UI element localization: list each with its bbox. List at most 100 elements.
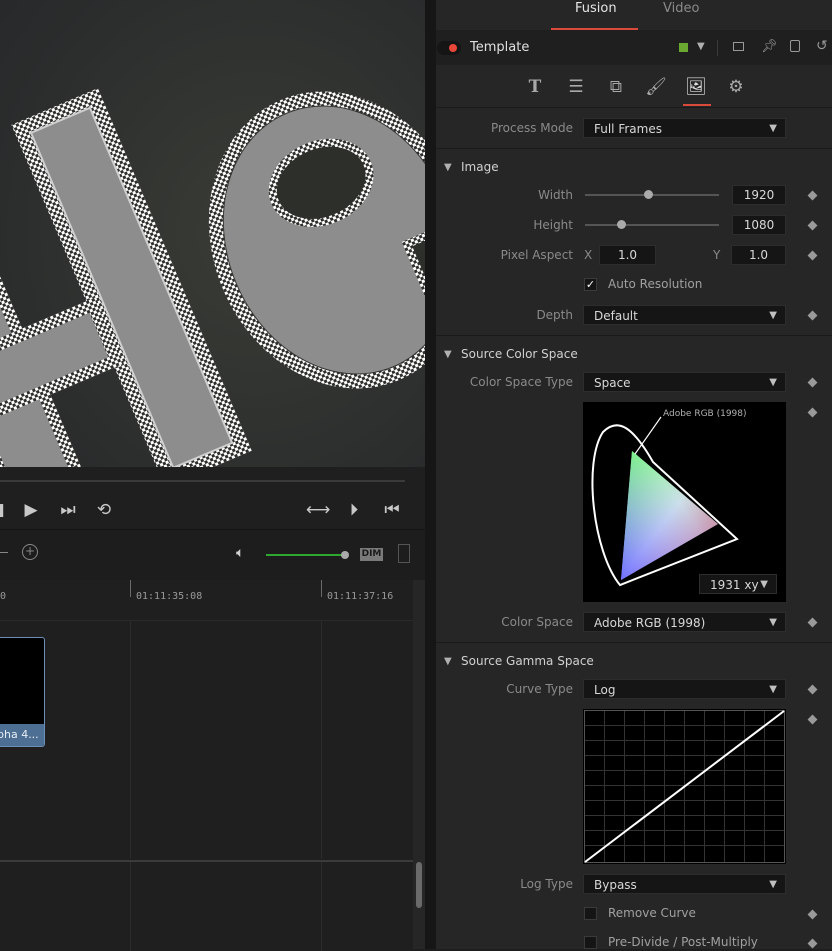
remove-curve-checkbox[interactable] (584, 907, 597, 920)
timecode-label: 01:11:35:08 (136, 591, 203, 602)
pixel-aspect-y-label: Y (713, 248, 721, 262)
width-slider-knob[interactable] (644, 190, 653, 199)
auto-resolution-label: Auto Resolution (608, 277, 703, 291)
grid-line (130, 862, 131, 951)
height-label: Height (533, 218, 573, 232)
section-title-source-gamma-space[interactable]: Source Gamma Space (461, 654, 594, 668)
ruler-tick (321, 580, 322, 597)
chevron-down-icon: ▼ (769, 377, 777, 388)
color-space-type-value: Space (594, 376, 631, 390)
log-type-value: Bypass (594, 878, 637, 892)
color-space-type-dropdown[interactable]: Space ▼ (583, 372, 786, 392)
chevron-down-icon: ▼ (769, 310, 777, 321)
active-tab-indicator (551, 28, 638, 30)
divider (436, 642, 832, 643)
width-input[interactable]: 1920 (732, 185, 786, 205)
inspector-tabs (436, 0, 832, 30)
brush-tool-icon[interactable]: 🖌︎ (644, 76, 668, 98)
transform-tool-icon[interactable]: ⧉ (604, 76, 628, 98)
zoom-slider[interactable] (0, 552, 8, 553)
timeline-ruler[interactable]: 0 01:11:35:08 01:11:37:16 (0, 580, 413, 621)
chevron-down-icon: ▼ (760, 579, 768, 590)
color-space-type-label: Color Space Type (469, 375, 573, 389)
height-slider-knob[interactable] (617, 220, 626, 229)
cie-chromaticity-diagram[interactable]: Adobe RGB (1998) 1931 xy ▼ (583, 402, 786, 602)
settings-tool-icon[interactable]: ⚙ (724, 76, 748, 98)
height-input[interactable]: 1080 (732, 215, 786, 235)
cie-plot (591, 416, 739, 587)
color-space-dropdown[interactable]: Adobe RGB (1998) ▼ (583, 612, 786, 632)
stop-icon[interactable]: ▮ (0, 500, 12, 520)
section-title-source-color-space[interactable]: Source Color Space (461, 347, 578, 361)
zoom-in-icon[interactable]: + (22, 544, 38, 560)
chevron-down-icon[interactable]: ▼ (444, 162, 452, 173)
node-color-swatch[interactable] (679, 43, 688, 52)
text-tool-icon[interactable]: T (523, 76, 547, 98)
depth-dropdown[interactable]: Default ▼ (583, 305, 786, 325)
width-label: Width (538, 188, 573, 202)
curve-type-dropdown[interactable]: Log ▼ (583, 679, 786, 699)
chevron-down-icon[interactable]: ▼ (444, 656, 452, 667)
scrub-bar[interactable] (0, 480, 405, 482)
curve-type-value: Log (594, 683, 616, 697)
versions-icon[interactable] (733, 42, 744, 51)
volume-slider[interactable] (266, 554, 344, 556)
viewer-image (0, 0, 425, 467)
divider (436, 148, 832, 149)
scrollbar-thumb[interactable] (416, 862, 422, 908)
tab-fusion[interactable]: Fusion (575, 1, 617, 16)
pin-icon[interactable]: 📌︎ (761, 39, 778, 54)
divider (436, 107, 832, 108)
image-tool-icon[interactable]: 🖼︎ (684, 76, 708, 98)
log-type-dropdown[interactable]: Bypass ▼ (583, 874, 786, 894)
height-slider[interactable] (585, 224, 719, 226)
pre-divide-label: Pre-Divide / Post-Multiply (608, 935, 758, 949)
layout-tool-icon[interactable]: ☰ (564, 76, 588, 98)
viewer-canvas[interactable] (0, 0, 425, 467)
ruler-tick (130, 580, 131, 597)
gamut-label: Adobe RGB (1998) (663, 409, 747, 419)
pixel-aspect-label: Pixel Aspect (500, 248, 573, 262)
panel-divider[interactable] (425, 0, 436, 949)
color-space-value: Adobe RGB (1998) (594, 616, 706, 630)
pixel-aspect-y-input[interactable]: 1.0 (731, 245, 786, 265)
section-title-image[interactable]: Image (461, 160, 499, 174)
depth-label: Depth (536, 308, 573, 322)
video-track-area[interactable] (0, 621, 413, 859)
reset-icon[interactable]: ↺ (816, 38, 828, 54)
auto-resolution-checkbox[interactable]: ✓ (584, 278, 597, 291)
pixel-aspect-x-input[interactable]: 1.0 (599, 245, 656, 265)
divider (436, 335, 832, 336)
log-type-label: Log Type (520, 877, 573, 891)
color-space-label: Color Space (501, 615, 573, 629)
volume-knob[interactable] (341, 551, 349, 559)
lock-icon[interactable] (790, 40, 800, 52)
timeline-clip[interactable]: pha 4... (0, 637, 45, 747)
remove-curve-label: Remove Curve (608, 906, 696, 920)
loop-icon[interactable]: ⟲ (92, 500, 116, 520)
depth-value: Default (594, 309, 638, 323)
audio-track-area[interactable] (0, 860, 413, 951)
chevron-down-icon[interactable]: ▼ (697, 41, 705, 52)
divider (717, 40, 718, 56)
chromaticity-dropdown[interactable]: 1931 xy ▼ (699, 574, 777, 594)
clip-label: pha 4... (0, 724, 44, 746)
timecode-label: 0 (0, 591, 7, 602)
previous-edit-icon[interactable]: ⏮ (380, 500, 404, 520)
play-icon[interactable]: ▶ (19, 500, 43, 520)
next-frame-icon[interactable]: ⏵ (342, 500, 366, 520)
pre-divide-checkbox[interactable] (584, 936, 597, 949)
dim-button[interactable]: DIM (360, 548, 383, 561)
gamma-curve-graph[interactable] (583, 709, 786, 864)
meter-icon[interactable] (398, 544, 410, 563)
tab-video[interactable]: Video (663, 1, 699, 16)
speaker-icon[interactable]: 🔈︎ (236, 545, 244, 561)
grid-line (321, 621, 322, 859)
process-mode-value: Full Frames (594, 122, 662, 136)
chevron-down-icon: ▼ (769, 617, 777, 628)
chevron-down-icon[interactable]: ▼ (444, 349, 452, 360)
skip-forward-icon[interactable]: ⏭ (56, 500, 80, 520)
grid-line (130, 621, 131, 859)
range-icon[interactable]: ⟷ (306, 500, 330, 520)
process-mode-dropdown[interactable]: Full Frames ▼ (583, 118, 786, 138)
